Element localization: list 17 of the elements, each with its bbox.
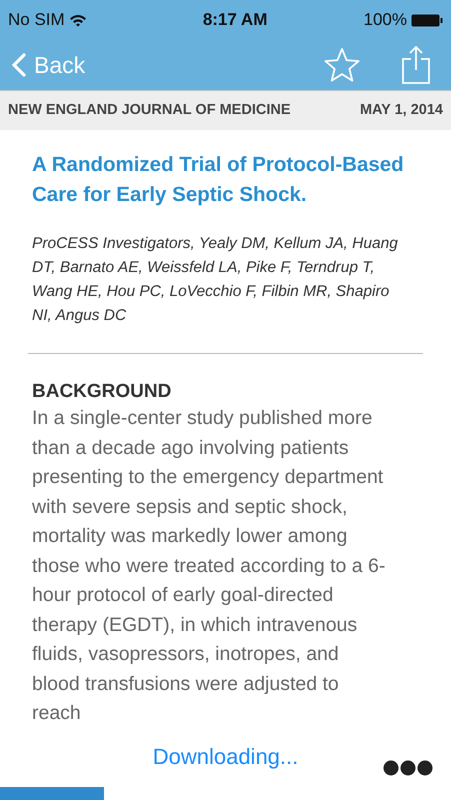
author-list: ProCESS Investigators, Yealy DM, Kellum JA, Huang DT, Barnato AE, Weissfeld LA, Pike F, Terndrup T, Wang HE, Hou PC, LoVecchio F, Filbin MR, Shapiro NI, Angus DC: [32, 232, 403, 328]
wifi-icon: [68, 14, 87, 26]
battery-icon: [410, 14, 443, 26]
more-icon[interactable]: [383, 760, 433, 776]
article-title: A Randomized Trial of Protocol-Based Care for Early Septic Shock.: [32, 152, 405, 208]
journal-name: NEW ENGLAND JOURNAL OF MEDICINE: [8, 100, 290, 120]
star-icon[interactable]: [323, 47, 361, 83]
share-icon[interactable]: [401, 45, 431, 85]
abstract-text: In a single-center study published more than a decade ago involving patients presenting to the emergency department with severe sepsis and septic shock, mortality was markedly lower among those who were treated according to a 6-hour protocol of early goal-directed therapy (EGDT), in which intravenous fluids, vasopressors, inotropes, and blood transfusions were adjusted to reach: [32, 406, 386, 726]
battery-text: 100%: [364, 9, 407, 32]
carrier-text: No SIM: [8, 9, 65, 32]
back-button[interactable]: Back: [12, 48, 86, 82]
publication-date: MAY 1, 2014: [360, 100, 443, 120]
chevron-left-icon: [12, 53, 26, 77]
clock-text: 8:17 AM: [202, 9, 268, 32]
download-status: Downloading...: [152, 743, 300, 771]
section-heading: BACKGROUND: [32, 380, 172, 404]
